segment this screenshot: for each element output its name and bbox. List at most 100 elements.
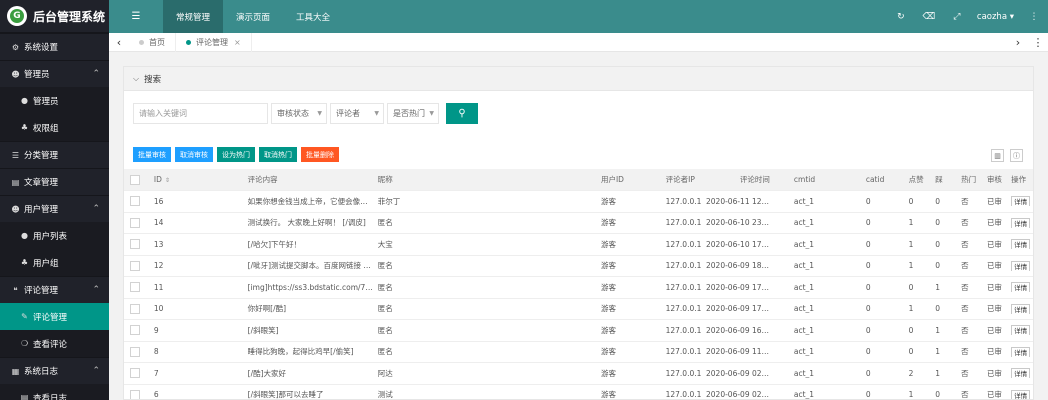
app-root: G 后台管理系统 ⚙ 系统设置 ☻ 管理员 ⌃ ● 管理员 ♣ 权限组 ☰ 分类管理 ▤ 文章管理 ☻ 用户…	[0, 0, 1048, 400]
detail-button[interactable]: 详情	[1011, 217, 1031, 228]
top-nav-item-0[interactable]: 常规管理	[163, 0, 224, 33]
row-checkbox[interactable]	[130, 260, 140, 271]
cell-catid: 0	[865, 239, 871, 249]
sidebar-item-13[interactable]: ▤ 查看日志	[0, 384, 109, 400]
fullscreen-icon[interactable]: ⤢	[943, 12, 971, 22]
toolbar-button-4[interactable]: 批量删除	[301, 147, 339, 162]
toolbar-button-0[interactable]: 批量审核	[133, 147, 171, 162]
columns-icon[interactable]: ▥	[991, 149, 1004, 162]
sidebar-item-7[interactable]: ● 用户列表	[0, 222, 109, 249]
detail-button[interactable]: 详情	[1011, 325, 1031, 336]
cell-评论内容: [/斜眼笑]那可以去睡了	[247, 390, 324, 400]
cell-ID: 6	[153, 390, 159, 400]
cell-用户ID: 游客	[600, 218, 616, 228]
chevron-up-icon: ⌃	[92, 285, 100, 295]
sidebar-item-12[interactable]: ▦ 系统日志 ⌃	[0, 357, 109, 384]
detail-button[interactable]: 详情	[1011, 260, 1031, 271]
detail-button[interactable]: 详情	[1011, 303, 1031, 314]
sidebar-item-0[interactable]: ⚙ 系统设置	[0, 33, 109, 60]
cell-catid: 0	[865, 196, 871, 206]
cell-点赞: 0	[908, 325, 914, 335]
toolbar-button-2[interactable]: 设为热门	[217, 147, 255, 162]
filter-select-2[interactable]: 是否热门 ▼	[387, 103, 439, 124]
user-menu[interactable]: caozha ▾	[971, 12, 1020, 22]
row-checkbox[interactable]	[130, 325, 140, 336]
cell-评论者IP: 127.0.0.1	[665, 304, 702, 314]
sidebar: G 后台管理系统 ⚙ 系统设置 ☻ 管理员 ⌃ ● 管理员 ♣ 权限组 ☰ 分类管理 ▤ 文章管理 ☻ 用户…	[0, 0, 109, 400]
detail-button[interactable]: 详情	[1011, 346, 1031, 357]
cell-昵称: 匿名	[377, 304, 393, 314]
row-checkbox[interactable]	[130, 303, 140, 314]
row-checkbox[interactable]	[130, 196, 140, 207]
cell-用户ID: 游客	[600, 390, 616, 400]
col-header-0[interactable]: ID ⇕	[150, 175, 244, 184]
tab-1[interactable]: 评论管理 ×	[176, 32, 252, 52]
tab-bar-right: › ⋮	[1008, 33, 1048, 52]
cell-热门: 否	[961, 218, 969, 228]
row-checkbox[interactable]	[130, 368, 140, 379]
filter-select-1[interactable]: 评论者 ▼	[330, 103, 384, 124]
table-row: 10 你好啊[/酷] 匿名 游客 127.0.0.1 2020-06-09 17:10:5…	[124, 299, 1033, 320]
comments-table: ID ⇕ 评论内容 昵称 用户ID 评论者IP 评论时间 cmtid catid 点赞 踩 热门 审核操…	[124, 169, 1033, 400]
tab-dot-icon	[186, 39, 191, 45]
cell-ID: 13	[153, 239, 164, 249]
row-checkbox[interactable]	[130, 282, 140, 293]
app-title: 后台管理系统	[33, 9, 106, 24]
row-checkbox-cell	[124, 389, 150, 399]
detail-button[interactable]: 详情	[1011, 196, 1031, 207]
row-checkbox[interactable]	[130, 239, 140, 250]
tab-scroll-right-icon[interactable]: ›	[1008, 36, 1028, 49]
close-icon[interactable]: ×	[234, 38, 241, 47]
row-checkbox[interactable]	[130, 346, 140, 357]
detail-button[interactable]: 详情	[1011, 368, 1031, 379]
row-checkbox[interactable]	[130, 389, 140, 399]
sidebar-item-11[interactable]: ❍ 查看评论	[0, 330, 109, 357]
select-all-checkbox[interactable]	[130, 174, 140, 185]
toolbar-button-3[interactable]: 取消热门	[259, 147, 297, 162]
cell-评论者IP: 127.0.0.1	[665, 347, 702, 357]
logo[interactable]: G 后台管理系统	[0, 0, 109, 33]
cell-踩: 1	[935, 325, 941, 335]
top-nav-item-2[interactable]: 工具大全	[283, 0, 343, 33]
detail-button[interactable]: 详情	[1011, 239, 1031, 250]
sidebar-item-5[interactable]: ▤ 文章管理	[0, 168, 109, 195]
cell-cmtid: act_1	[793, 325, 815, 335]
row-checkbox-cell	[124, 325, 150, 336]
top-nav-item-1[interactable]: 演示页面	[223, 0, 283, 33]
search-input[interactable]: 请输入关键词	[133, 103, 268, 124]
gear-icon: ⚙	[11, 42, 20, 52]
menu-toggle-icon[interactable]: ☰	[109, 11, 163, 22]
sidebar-item-1[interactable]: ☻ 管理员 ⌃	[0, 60, 109, 87]
filter-select-0[interactable]: 审核状态 ▼	[271, 103, 327, 124]
sidebar-item-9[interactable]: ❝ 评论管理 ⌃	[0, 276, 109, 303]
detail-button[interactable]: 详情	[1011, 389, 1031, 399]
toolbar-button-1[interactable]: 取消审核	[175, 147, 213, 162]
row-checkbox-cell	[124, 282, 150, 293]
sidebar-item-10[interactable]: ✎ 评论管理	[0, 303, 109, 330]
row-checkbox[interactable]	[130, 217, 140, 228]
cell-action: 详情	[1007, 346, 1033, 357]
sidebar-item-3[interactable]: ♣ 权限组	[0, 114, 109, 141]
detail-button[interactable]: 详情	[1011, 282, 1031, 293]
sidebar-item-8[interactable]: ♣ 用户组	[0, 249, 109, 276]
info-icon[interactable]: ⓘ	[1010, 149, 1023, 162]
sidebar-item-4[interactable]: ☰ 分类管理	[0, 141, 109, 168]
sidebar-item-6[interactable]: ☻ 用户管理 ⌃	[0, 195, 109, 222]
trash-icon[interactable]: ⌫	[915, 12, 943, 22]
tab-scroll-left-icon[interactable]: ‹	[109, 36, 129, 49]
cell-cmtid: act_1	[793, 196, 815, 206]
logo-icon: G	[7, 6, 27, 26]
cell-审核: 已审	[986, 261, 1002, 271]
sidebar-item-2[interactable]: ● 管理员	[0, 87, 109, 114]
refresh-icon[interactable]: ↻	[887, 12, 915, 22]
col-header-6: cmtid	[793, 175, 816, 184]
search-panel-header[interactable]: ⌵ 搜索	[124, 67, 1033, 91]
tab-0[interactable]: 首页	[129, 32, 176, 52]
cell-action: 详情	[1007, 303, 1033, 314]
sort-icon[interactable]: ⇕	[165, 177, 170, 184]
more-icon[interactable]: ⋮	[1020, 12, 1048, 22]
cell-评论者IP: 127.0.0.1	[665, 196, 702, 206]
cell-踩: 0	[935, 218, 941, 228]
search-button[interactable]: ⚲	[446, 103, 478, 124]
tab-more-icon[interactable]: ⋮	[1028, 36, 1048, 49]
